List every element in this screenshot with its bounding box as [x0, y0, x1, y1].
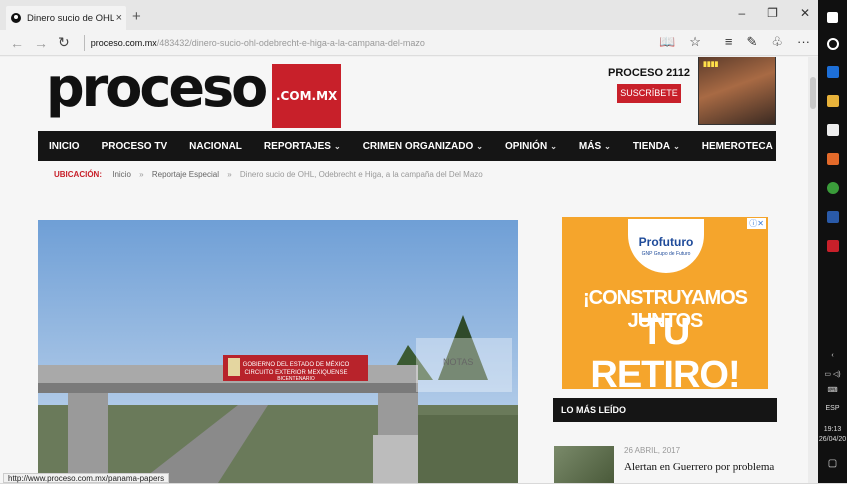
ad-choices-icon[interactable]: ⓘ✕ [747, 218, 766, 229]
most-read-header: LO MÁS LEÍDO [553, 398, 777, 422]
minimize-icon[interactable]: – [738, 6, 745, 20]
acrobat-icon[interactable] [827, 240, 839, 252]
article-date: 26 ABRIL, 2017 [624, 446, 681, 455]
favorite-star-icon[interactable]: ☆ [689, 34, 701, 50]
clock-date[interactable]: 26/04/20 [818, 436, 847, 443]
start-icon[interactable] [827, 12, 838, 23]
web-note-icon[interactable]: ✎ [746, 34, 757, 50]
chevron-down-icon: ⌄ [673, 141, 680, 151]
menu-item-opini-n[interactable]: OPINIÓN ⌄ [505, 141, 557, 152]
menu-item-inicio[interactable]: INICIO [49, 141, 80, 152]
url-host[interactable]: proceso.com.mx [91, 38, 157, 48]
magazine-cover[interactable]: ▮▮▮▮ [698, 57, 776, 125]
notas-overlay: NOTAS [443, 357, 473, 367]
menu-item-reportajes[interactable]: REPORTAJES ⌄ [264, 141, 341, 152]
ad-headline-2: TU RETIRO! [590, 311, 740, 396]
ad-brand: Profuturo [638, 235, 694, 249]
word-icon[interactable] [827, 211, 839, 223]
subscribe-button[interactable]: SUSCRÍBETE [617, 84, 681, 103]
new-tab-button[interactable]: + [132, 8, 141, 25]
media-icon[interactable] [827, 153, 839, 165]
menu-item-hemeroteca[interactable]: HEMEROTECA [702, 141, 773, 152]
article-headline[interactable]: Alertan en Guerrero por problema [624, 461, 774, 473]
site-logo[interactable]: proceso .COM.MX [46, 57, 342, 128]
breadcrumb-reportaje[interactable]: Reportaje Especial [152, 170, 219, 179]
url-path[interactable]: /483432/dinero-sucio-ohl-odebrecht-e-hig… [157, 38, 425, 48]
chevron-up-icon[interactable]: ‹ [818, 352, 847, 359]
tab-title: Dinero sucio de OHL, O [27, 12, 114, 24]
edition-label: PROCESO 2112 [608, 67, 690, 79]
ad-brand-sub: GNP Grupo de Futuro [641, 251, 691, 257]
breadcrumb-current: Dinero sucio de OHL, Odebrecht e Higa, a… [239, 170, 483, 179]
browser-tab[interactable]: Dinero sucio de OHL, O × [6, 6, 126, 30]
address-bar: ← → ↻ proceso.com.mx /483432/dinero-suci… [0, 30, 818, 56]
hero-image[interactable]: GOBIERNO DEL ESTADO DE MÉXICO CIRCUITO E… [38, 220, 518, 483]
web-page: proceso .COM.MX PROCESO 2112 SUSCRÍBETE ▮… [0, 57, 808, 483]
back-icon[interactable]: ← [10, 35, 24, 51]
keyboard-icon[interactable]: ⌨ [818, 386, 847, 394]
menu-item-proceso-tv[interactable]: PROCESO TV [102, 141, 168, 152]
language-indicator[interactable]: ESP [818, 405, 847, 412]
battery-volume-icon[interactable]: ▭ ◁) [818, 370, 847, 378]
search-icon[interactable] [827, 38, 839, 50]
menu-item-crimen-organizado[interactable]: CRIMEN ORGANIZADO ⌄ [363, 141, 483, 152]
chevron-down-icon: ⌄ [550, 141, 557, 151]
file-explorer-icon[interactable] [827, 95, 839, 107]
menu-item-tienda[interactable]: TIENDA ⌄ [633, 141, 680, 152]
proceso-favicon-icon [11, 13, 21, 23]
status-url: http://www.proceso.com.mx/panama-papers [3, 473, 170, 483]
refresh-icon[interactable]: ↻ [58, 34, 70, 51]
store-icon[interactable] [827, 124, 839, 136]
edge-icon[interactable] [827, 66, 839, 78]
share-icon[interactable]: ♧ [771, 34, 783, 50]
breadcrumb-inicio[interactable]: Inicio [112, 170, 131, 179]
chrome-icon[interactable] [827, 182, 839, 194]
hub-icon[interactable]: ≡ [725, 34, 733, 50]
chevron-down-icon: ⌄ [333, 141, 341, 151]
browser-window: Dinero sucio de OHL, O × + – ❐ ✕ ← → ↻ p… [0, 0, 818, 483]
close-window-icon[interactable]: ✕ [800, 6, 810, 20]
menu-item-m-s[interactable]: MÁS ⌄ [579, 141, 611, 152]
sign-line-1: GOBIERNO DEL ESTADO DE MÉXICO [243, 361, 350, 368]
logo-tld: .COM.MX [272, 64, 342, 128]
windows-taskbar: ‹ ▭ ◁) ⌨ ESP 19:13 26/04/20 ▢ [818, 0, 847, 483]
forward-icon[interactable]: → [34, 35, 48, 51]
breadcrumb: UBICACIÓN: Inicio » Reportaje Especial »… [54, 170, 483, 179]
tab-close-icon[interactable]: × [116, 12, 122, 24]
sign-line-3: BICENTENARIO [277, 376, 315, 382]
action-center-icon[interactable]: ▢ [818, 458, 847, 469]
article-thumbnail[interactable] [554, 446, 614, 483]
main-menu: INICIO PROCESO TV NACIONAL REPORTAJES ⌄ CRIME… [38, 131, 776, 161]
page-scrollbar[interactable] [808, 57, 818, 483]
more-icon[interactable]: ··· [797, 34, 810, 50]
chevron-down-icon: ⌄ [476, 141, 483, 151]
tab-strip: Dinero sucio de OHL, O × + – ❐ ✕ [0, 0, 818, 30]
menu-item-nacional[interactable]: NACIONAL [189, 141, 242, 152]
clock-time[interactable]: 19:13 [818, 426, 847, 433]
maximize-icon[interactable]: ❐ [767, 6, 778, 20]
chevron-down-icon: ⌄ [604, 141, 611, 151]
profuturo-ad[interactable]: ⓘ✕ Profuturo GNP Grupo de Futuro ¡CONSTR… [562, 217, 768, 396]
reading-view-icon[interactable]: 📖 [659, 34, 675, 50]
